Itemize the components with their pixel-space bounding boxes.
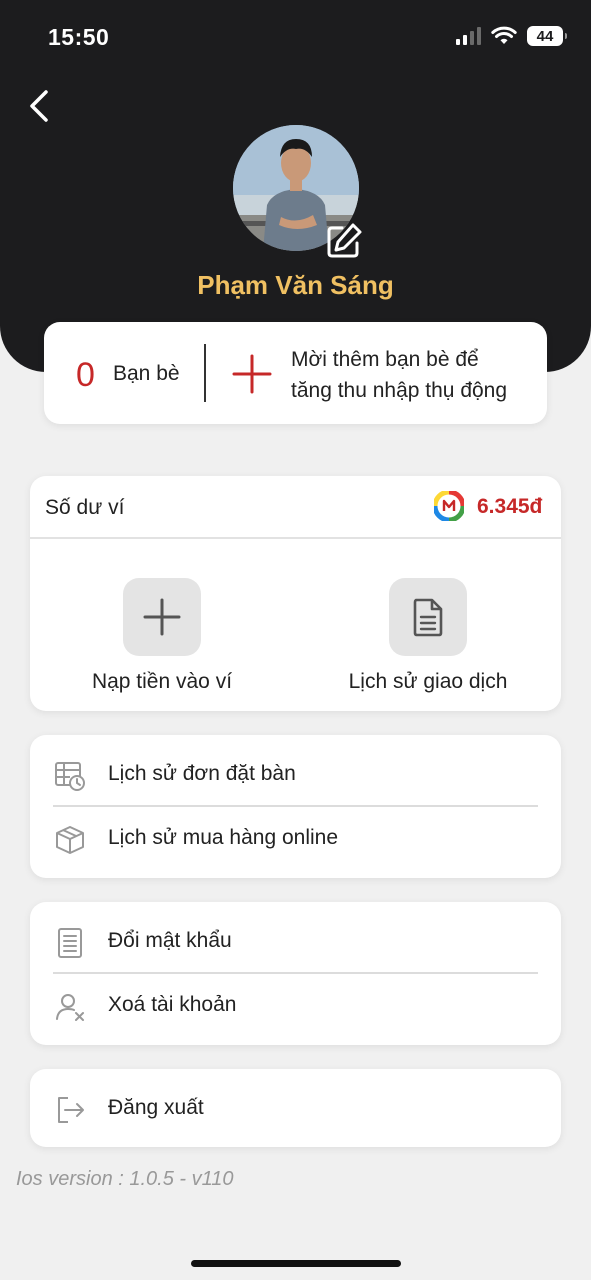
edit-avatar-button[interactable] xyxy=(323,220,365,262)
logout-icon xyxy=(58,1097,84,1123)
invite-line-1: Mời thêm bạn bè để xyxy=(291,348,479,371)
transaction-history-button[interactable] xyxy=(389,578,467,656)
back-button[interactable] xyxy=(20,86,60,126)
document-icon xyxy=(413,598,443,637)
menu-item-change-password[interactable]: Đổi mật khẩu xyxy=(30,911,561,973)
friends-divider xyxy=(204,344,206,402)
document-lines-icon xyxy=(58,928,82,958)
menu-item-online-order-history[interactable]: Lịch sử mua hàng online xyxy=(30,808,561,870)
signal-icon xyxy=(456,27,481,45)
menu-item-delete-account[interactable]: Xoá tài khoản xyxy=(30,975,561,1037)
menu-divider xyxy=(53,805,538,807)
wallet-balance: 6.345đ xyxy=(477,495,543,518)
menu-label: Đăng xuất xyxy=(108,1096,204,1119)
plus-icon xyxy=(143,598,181,636)
menu-item-logout[interactable]: Đăng xuất xyxy=(30,1078,561,1140)
wallet-label: Số dư ví xyxy=(45,496,125,519)
battery-icon: 44 xyxy=(527,26,567,46)
invite-friends-text[interactable]: Mời thêm bạn bè để tăng thu nhập thụ độn… xyxy=(291,344,541,406)
menu-label: Đổi mật khẩu xyxy=(108,929,232,952)
chevron-left-icon xyxy=(30,90,48,122)
profile-name: Phạm Văn Sáng xyxy=(197,270,394,300)
app-version: Ios version : 1.0.5 - v110 xyxy=(16,1168,234,1190)
menu-label: Lịch sử mua hàng online xyxy=(108,826,339,849)
menu-divider xyxy=(53,972,538,974)
invite-line-2: tăng thu nhập thụ động xyxy=(291,379,508,402)
user-remove-icon xyxy=(56,994,84,1021)
menu-label: Lịch sử đơn đặt bàn xyxy=(108,762,296,785)
home-indicator[interactable] xyxy=(191,1260,401,1267)
plus-icon xyxy=(232,354,272,394)
wallet-divider xyxy=(30,537,561,539)
friend-label: Bạn bè xyxy=(113,362,180,385)
wallet-m-logo-icon xyxy=(434,491,464,521)
status-time: 15:50 xyxy=(48,24,110,50)
transaction-history-label[interactable]: Lịch sử giao dịch xyxy=(318,670,538,694)
wifi-icon xyxy=(491,26,517,44)
menu-label: Xoá tài khoản xyxy=(108,993,237,1016)
friend-count: 0 xyxy=(76,356,95,394)
edit-icon xyxy=(327,223,362,258)
top-up-button[interactable] xyxy=(123,578,201,656)
table-clock-icon xyxy=(55,762,85,791)
invite-friends-button[interactable] xyxy=(232,354,272,394)
status-icons: 44 xyxy=(456,26,567,46)
package-box-icon xyxy=(56,826,84,854)
status-bar: 15:50 44 xyxy=(0,0,591,76)
menu-item-table-booking-history[interactable]: Lịch sử đơn đặt bàn xyxy=(30,744,561,806)
top-up-label[interactable]: Nạp tiền vào ví xyxy=(52,670,272,694)
battery-level: 44 xyxy=(536,27,554,45)
